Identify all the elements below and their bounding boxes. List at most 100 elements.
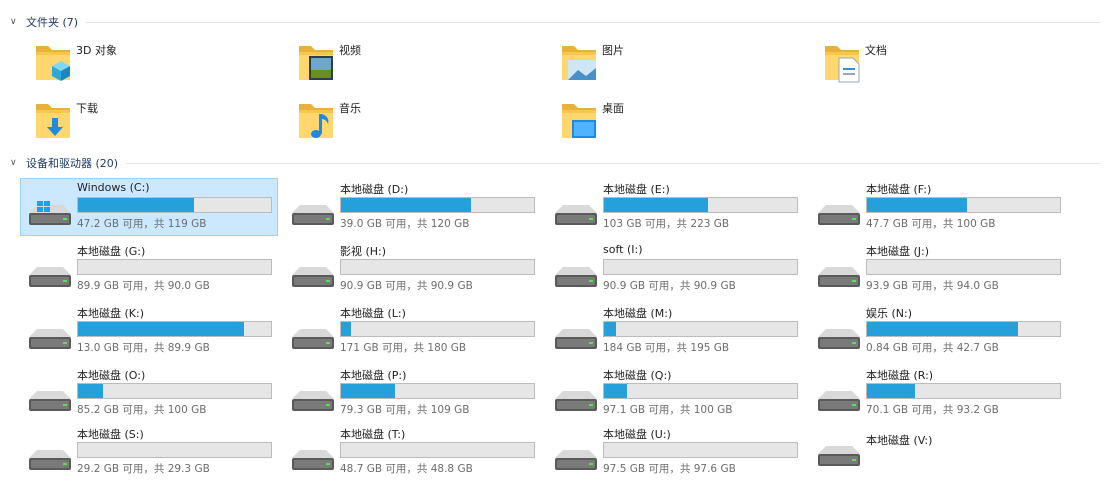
drive-item[interactable]: 本地磁盘 (M:) 184 GB 可用，共 195 GB (546, 302, 804, 360)
drive-item[interactable]: 本地磁盘 (Q:) 97.1 GB 可用，共 100 GB (546, 364, 804, 422)
drive-name: 本地磁盘 (R:) (866, 369, 934, 382)
drive-item[interactable]: 本地磁盘 (T:) 48.7 GB 可用，共 48.8 GB (283, 423, 541, 481)
drive-name: 本地磁盘 (Q:) (603, 369, 672, 382)
drive-name: 本地磁盘 (P:) (340, 369, 407, 382)
drive-name: soft (I:) (603, 243, 643, 256)
section-divider (86, 21, 1100, 23)
folders-section-header[interactable]: ∨ 文件夹 (7) (10, 14, 1100, 30)
folder-item[interactable]: 音乐 (293, 96, 543, 148)
drive-item[interactable]: 本地磁盘 (P:) 79.3 GB 可用，共 109 GB (283, 364, 541, 422)
folder-item[interactable]: 下载 (30, 96, 280, 148)
drive-icon (25, 325, 75, 355)
drive-icon (25, 446, 75, 476)
drive-icon (814, 263, 864, 293)
drive-name: Windows (C:) (77, 181, 150, 194)
drive-name: 本地磁盘 (V:) (866, 434, 933, 447)
drive-free-space: 89.9 GB 可用，共 90.0 GB (77, 280, 210, 292)
drive-usage-bar (603, 442, 798, 458)
drive-usage-bar (340, 383, 535, 399)
drive-free-space: 79.3 GB 可用，共 109 GB (340, 404, 470, 416)
drives-section-header[interactable]: ∨ 设备和驱动器 (20) (10, 155, 1100, 171)
drive-icon (814, 325, 864, 355)
drive-free-space: 29.2 GB 可用，共 29.3 GB (77, 463, 210, 475)
folder-item[interactable]: 3D 对象 (30, 38, 280, 90)
folder-item[interactable]: 视频 (293, 38, 543, 90)
drive-name: 本地磁盘 (G:) (77, 245, 146, 258)
drive-item[interactable]: 本地磁盘 (V:) (809, 423, 1067, 481)
drive-name: 本地磁盘 (D:) (340, 183, 409, 196)
drive-usage-fill (341, 384, 396, 398)
drive-icon (551, 387, 601, 417)
drive-free-space: 47.2 GB 可用，共 119 GB (77, 218, 207, 230)
videos-icon (293, 38, 341, 86)
folder-item[interactable]: 桌面 (556, 96, 806, 148)
music-icon (293, 96, 341, 144)
drive-item[interactable]: 本地磁盘 (U:) 97.5 GB 可用，共 97.6 GB (546, 423, 804, 481)
drive-usage-bar (603, 259, 798, 275)
folder-name: 视频 (339, 44, 361, 57)
drive-free-space: 103 GB 可用，共 223 GB (603, 218, 730, 230)
drive-usage-bar (866, 197, 1061, 213)
drive-item[interactable]: 影视 (H:) 90.9 GB 可用，共 90.9 GB (283, 240, 541, 298)
chevron-down-icon[interactable]: ∨ (10, 158, 20, 168)
drive-icon (551, 446, 601, 476)
drive-usage-fill (867, 198, 968, 212)
folder-name: 文档 (865, 44, 887, 57)
folder-name: 图片 (602, 44, 624, 57)
drive-item[interactable]: 本地磁盘 (O:) 85.2 GB 可用，共 100 GB (20, 364, 278, 422)
section-divider (126, 162, 1100, 164)
folder-item[interactable]: 图片 (556, 38, 806, 90)
drive-item[interactable]: 本地磁盘 (S:) 29.2 GB 可用，共 29.3 GB (20, 423, 278, 481)
drive-free-space: 93.9 GB 可用，共 94.0 GB (866, 280, 999, 292)
drive-name: 本地磁盘 (M:) (603, 307, 673, 320)
drive-usage-fill (341, 198, 472, 212)
drive-item[interactable]: 本地磁盘 (R:) 70.1 GB 可用，共 93.2 GB (809, 364, 1067, 422)
drive-icon (288, 446, 338, 476)
3d-objects-icon (30, 38, 78, 86)
folder-item[interactable]: 文档 (819, 38, 1069, 90)
drive-name: 本地磁盘 (J:) (866, 245, 930, 258)
drive-free-space: 13.0 GB 可用，共 89.9 GB (77, 342, 210, 354)
desktop-icon (556, 96, 604, 144)
drive-icon (25, 387, 75, 417)
drive-usage-bar (340, 259, 535, 275)
drive-usage-fill (604, 322, 616, 336)
drive-icon (814, 201, 864, 231)
drive-item[interactable]: soft (I:) 90.9 GB 可用，共 90.9 GB (546, 240, 804, 298)
drive-free-space: 90.9 GB 可用，共 90.9 GB (603, 280, 736, 292)
drive-name: 本地磁盘 (E:) (603, 183, 670, 196)
drive-usage-bar (77, 442, 272, 458)
drive-item[interactable]: 本地磁盘 (F:) 47.7 GB 可用，共 100 GB (809, 178, 1067, 236)
drive-item[interactable]: 本地磁盘 (L:) 171 GB 可用，共 180 GB (283, 302, 541, 360)
windows-drive-icon (25, 201, 75, 231)
drive-item[interactable]: 本地磁盘 (J:) 93.9 GB 可用，共 94.0 GB (809, 240, 1067, 298)
drive-free-space: 90.9 GB 可用，共 90.9 GB (340, 280, 473, 292)
drive-icon (288, 201, 338, 231)
folders-section-title: 文件夹 (7) (26, 16, 79, 29)
drive-usage-bar (340, 442, 535, 458)
drive-icon (551, 201, 601, 231)
drive-free-space: 85.2 GB 可用，共 100 GB (77, 404, 207, 416)
drive-usage-bar (77, 197, 272, 213)
drive-name: 本地磁盘 (U:) (603, 428, 671, 441)
drive-free-space: 39.0 GB 可用，共 120 GB (340, 218, 470, 230)
drive-item[interactable]: 本地磁盘 (G:) 89.9 GB 可用，共 90.0 GB (20, 240, 278, 298)
folder-name: 音乐 (339, 102, 361, 115)
drive-item[interactable]: 本地磁盘 (D:) 39.0 GB 可用，共 120 GB (283, 178, 541, 236)
folder-name: 桌面 (602, 102, 624, 115)
drive-name: 本地磁盘 (S:) (77, 428, 144, 441)
drive-item[interactable]: 本地磁盘 (E:) 103 GB 可用，共 223 GB (546, 178, 804, 236)
drive-usage-bar (77, 383, 272, 399)
drive-usage-bar (603, 321, 798, 337)
drive-item[interactable]: Windows (C:) 47.2 GB 可用，共 119 GB (20, 178, 278, 236)
drive-free-space: 47.7 GB 可用，共 100 GB (866, 218, 996, 230)
downloads-icon (30, 96, 78, 144)
drive-item[interactable]: 娱乐 (N:) 0.84 GB 可用，共 42.7 GB (809, 302, 1067, 360)
chevron-down-icon[interactable]: ∨ (10, 17, 20, 27)
drive-name: 娱乐 (N:) (866, 307, 913, 320)
drive-free-space: 48.7 GB 可用，共 48.8 GB (340, 463, 473, 475)
drive-free-space: 0.84 GB 可用，共 42.7 GB (866, 342, 999, 354)
drives-section-title: 设备和驱动器 (20) (26, 157, 119, 170)
drive-name: 本地磁盘 (F:) (866, 183, 932, 196)
drive-item[interactable]: 本地磁盘 (K:) 13.0 GB 可用，共 89.9 GB (20, 302, 278, 360)
